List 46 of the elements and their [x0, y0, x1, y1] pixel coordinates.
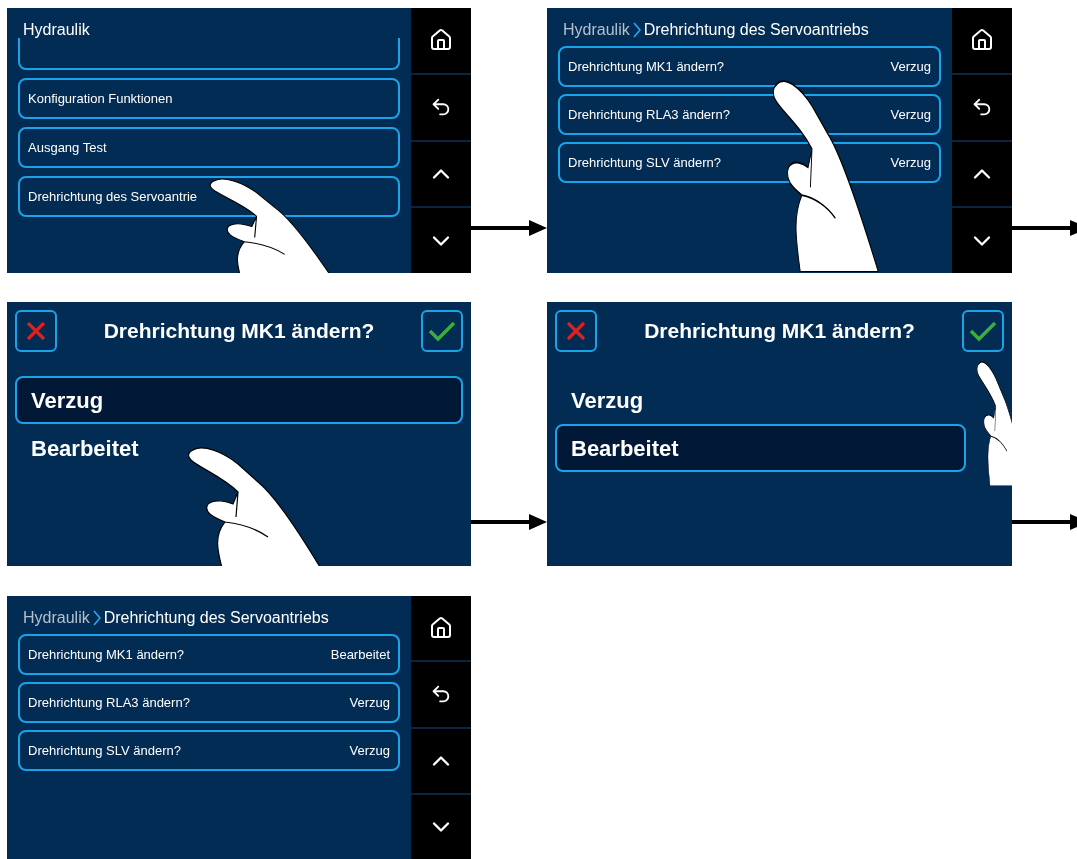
chevron-right-icon — [92, 610, 101, 626]
cancel-button[interactable] — [15, 310, 57, 352]
menu-item[interactable]: Ausgang Test — [18, 127, 400, 168]
home-icon — [429, 616, 453, 641]
screen-title: Drehrichtung des Servoantriebs — [643, 20, 869, 40]
setting-value: Verzug — [349, 693, 390, 712]
confirm-button[interactable] — [421, 310, 463, 352]
setting-row[interactable]: Drehrichtung MK1 ändern? Verzug — [558, 46, 941, 87]
breadcrumb-link[interactable]: Hydraulik — [563, 20, 630, 40]
breadcrumb-link[interactable]: Hydraulik — [23, 608, 90, 628]
setting-value: Verzug — [890, 105, 931, 124]
menu-item[interactable] — [18, 38, 400, 70]
close-icon — [26, 321, 46, 341]
cancel-button[interactable] — [555, 310, 597, 352]
home-icon — [970, 28, 994, 53]
setting-row[interactable]: Drehrichtung MK1 ändern? Bearbeitet — [18, 634, 400, 675]
setting-row[interactable]: Drehrichtung RLA3 ändern? Verzug — [18, 682, 400, 723]
setting-label: Drehrichtung RLA3 ändern? — [568, 105, 730, 124]
home-icon — [429, 28, 453, 53]
setting-label: Drehrichtung MK1 ändern? — [568, 57, 725, 76]
menu-item[interactable]: Drehrichtung des Servoantrie — [18, 176, 400, 217]
dialog-title: Drehrichtung MK1 ändern? — [644, 318, 915, 345]
option-item[interactable]: Bearbeitet — [15, 424, 463, 472]
setting-label: Drehrichtung SLV ändern? — [28, 741, 181, 760]
option-item[interactable]: Verzug — [555, 376, 966, 424]
confirm-button[interactable] — [962, 310, 1004, 352]
setting-value: Verzug — [890, 153, 931, 172]
dialog-title: Drehrichtung MK1 ändern? — [103, 318, 375, 345]
setting-value: Bearbeitet — [330, 645, 390, 664]
flow-arrow — [1012, 220, 1077, 236]
screen-title: Drehrichtung des Servoantriebs — [103, 608, 329, 628]
flow-arrow — [1012, 514, 1077, 530]
close-icon — [566, 321, 586, 341]
setting-value: Verzug — [890, 57, 931, 76]
setting-label: Drehrichtung SLV ändern? — [568, 153, 721, 172]
setting-value: Verzug — [349, 741, 390, 760]
setting-label: Drehrichtung RLA3 ändern? — [28, 693, 190, 712]
checkmark-icon — [428, 320, 456, 342]
option-item[interactable]: Bearbeitet — [555, 424, 966, 472]
option-item[interactable]: Verzug — [15, 376, 463, 424]
checkmark-icon — [969, 320, 997, 342]
setting-label: Drehrichtung MK1 ändern? — [28, 645, 185, 664]
menu-item[interactable]: Konfiguration Funktionen — [18, 78, 400, 119]
chevron-right-icon — [632, 22, 641, 38]
setting-row[interactable]: Drehrichtung SLV ändern? Verzug — [18, 730, 400, 771]
screen-title: Hydraulik — [22, 20, 91, 40]
